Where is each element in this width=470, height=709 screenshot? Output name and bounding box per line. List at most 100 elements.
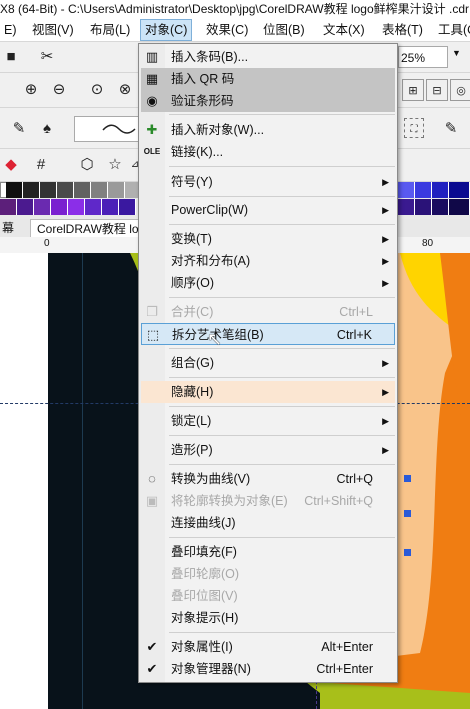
swatch[interactable] xyxy=(415,199,432,215)
zoom-in-icon[interactable]: ⊕ xyxy=(20,79,42,101)
menu-separator xyxy=(169,632,395,633)
menu-item-object-properties[interactable]: ✔ 对象属性(I) Alt+Enter xyxy=(141,636,395,658)
swatch[interactable] xyxy=(432,182,449,198)
swatch[interactable] xyxy=(415,182,432,198)
swatch[interactable] xyxy=(40,182,57,198)
menu-item-lock[interactable]: 锁定(L) ▶ xyxy=(141,410,395,432)
selection-handle[interactable] xyxy=(404,475,411,482)
swatch[interactable] xyxy=(74,182,91,198)
menu-item-shaping[interactable]: 造形(P) ▶ xyxy=(141,439,395,461)
menu-separator xyxy=(169,297,395,298)
ole-icon: OLE xyxy=(143,147,161,156)
swatch[interactable] xyxy=(68,199,85,215)
submenu-arrow-icon: ▶ xyxy=(382,234,389,244)
swatch[interactable] xyxy=(57,182,74,198)
menu-item-symbol[interactable]: 符号(Y) ▶ xyxy=(141,171,395,193)
swatch[interactable] xyxy=(432,199,449,215)
swatch[interactable] xyxy=(108,182,125,198)
tab-welcome[interactable]: 幕 xyxy=(2,219,14,237)
verify-barcode-icon: ◉ xyxy=(146,93,158,108)
align-icon[interactable]: ⊟ xyxy=(426,79,448,101)
stroke-preset-box[interactable] xyxy=(74,116,140,142)
tab-document[interactable]: CorelDRAW教程 log xyxy=(30,219,153,238)
checkmark-icon: ✔ xyxy=(146,661,158,676)
menu-item-combine[interactable]: ❐ 合并(C) Ctrl+L xyxy=(141,301,395,323)
swatch[interactable] xyxy=(449,182,470,198)
submenu-arrow-icon: ▶ xyxy=(382,416,389,426)
zoom-selected-icon[interactable]: ⊙ xyxy=(86,79,108,101)
star-icon[interactable]: ☆ xyxy=(104,154,126,176)
zoom-dropdown-arrow-icon[interactable]: ▼ xyxy=(452,48,461,58)
menu-text[interactable]: 文本(X) xyxy=(319,19,369,41)
menu-item-overprint-outline[interactable]: 叠印轮廓(O) xyxy=(141,563,395,585)
convert-curves-icon: ◌ xyxy=(148,471,156,486)
zoom-out-icon[interactable]: ⊖ xyxy=(48,79,70,101)
swatch[interactable] xyxy=(449,199,470,215)
fill-pen-icon[interactable]: ♠ xyxy=(36,118,58,140)
qr-code-icon: ▦ xyxy=(145,71,159,86)
menu-layout[interactable]: 布局(L) xyxy=(86,19,134,41)
menu-separator xyxy=(169,348,395,349)
menu-item-verify-barcode[interactable]: ◉ 验证条形码 xyxy=(141,90,395,112)
menu-item-overprint-fill[interactable]: 叠印填充(F) xyxy=(141,541,395,563)
zoom-level-input[interactable]: 25% xyxy=(398,46,448,68)
swatch[interactable] xyxy=(23,182,40,198)
menu-item-insert-barcode[interactable]: ▥ 插入条码(B)... xyxy=(141,46,395,68)
menu-edit[interactable]: E) xyxy=(0,19,21,41)
menu-bar: E) 视图(V) 布局(L) 对象(C) 效果(C) 位图(B) 文本(X) 表… xyxy=(0,19,470,42)
ruler-mark-0: 0 xyxy=(44,238,50,249)
swatch[interactable] xyxy=(51,199,68,215)
pen-icon[interactable]: ✎ xyxy=(8,118,30,140)
menu-item-overprint-bitmap[interactable]: 叠印位图(V) xyxy=(141,585,395,607)
grid-icon[interactable]: # xyxy=(30,154,52,176)
menu-view[interactable]: 视图(V) xyxy=(28,19,78,41)
swatch[interactable] xyxy=(34,199,51,215)
swatch[interactable] xyxy=(119,199,136,215)
menu-item-insert-object[interactable]: ✚ 插入新对象(W)... xyxy=(141,119,395,141)
menu-item-align-distribute[interactable]: 对齐和分布(A) ▶ xyxy=(141,250,395,272)
menu-separator xyxy=(169,377,395,378)
swatch[interactable] xyxy=(6,182,23,198)
menu-bitmaps[interactable]: 位图(B) xyxy=(259,19,309,41)
menu-item-break-apart[interactable]: ⬚ 拆分艺术笔组(B) Ctrl+K xyxy=(141,323,395,345)
menu-tools[interactable]: 工具(O xyxy=(434,19,470,41)
menu-item-insert-qr[interactable]: ▦ 插入 QR 码 xyxy=(141,68,395,90)
menu-object[interactable]: 对象(C) xyxy=(140,19,193,41)
menu-table[interactable]: 表格(T) xyxy=(378,19,427,41)
swatch[interactable] xyxy=(85,199,102,215)
fill-bucket-icon[interactable]: ◆ xyxy=(0,154,22,176)
menu-item-group[interactable]: 组合(G) ▶ xyxy=(141,352,395,374)
menu-item-order[interactable]: 顺序(O) ▶ xyxy=(141,272,395,294)
swatch[interactable] xyxy=(17,199,34,215)
save-icon[interactable]: ■ xyxy=(0,46,22,68)
target-icon[interactable]: ◎ xyxy=(450,79,470,101)
selection-handle[interactable] xyxy=(404,549,411,556)
menu-item-join-curves[interactable]: 连接曲线(J) xyxy=(141,512,395,534)
menu-item-object-hints[interactable]: 对象提示(H) xyxy=(141,607,395,629)
break-apart-icon: ⬚ xyxy=(146,327,160,342)
menu-item-object-manager[interactable]: ✔ 对象管理器(N) Ctrl+Enter xyxy=(141,658,395,680)
menu-item-links[interactable]: OLE 链接(K)... xyxy=(141,141,395,163)
menu-item-convert-to-curves[interactable]: ◌ 转换为曲线(V) Ctrl+Q xyxy=(141,468,395,490)
swatch[interactable] xyxy=(0,199,17,215)
snap-icon[interactable]: ⊞ xyxy=(402,79,424,101)
menu-effects[interactable]: 效果(C) xyxy=(202,19,252,41)
menu-separator xyxy=(169,114,395,115)
menu-separator xyxy=(169,196,395,197)
menu-item-outline-to-object[interactable]: ▣ 将轮廓转换为对象(E) Ctrl+Shift+Q xyxy=(141,490,395,512)
swatch[interactable] xyxy=(102,199,119,215)
submenu-arrow-icon: ▶ xyxy=(382,445,389,455)
submenu-arrow-icon: ▶ xyxy=(382,278,389,288)
swatch[interactable] xyxy=(91,182,108,198)
zoom-page-icon[interactable]: ⊗ xyxy=(114,79,136,101)
paint-icon[interactable]: ✎ xyxy=(440,118,462,140)
swatch[interactable] xyxy=(398,182,415,198)
swatch[interactable] xyxy=(398,199,415,215)
menu-item-hide[interactable]: 隐藏(H) ▶ xyxy=(141,381,395,403)
menu-item-transform[interactable]: 变换(T) ▶ xyxy=(141,228,395,250)
menu-item-powerclip[interactable]: PowerClip(W) ▶ xyxy=(141,199,395,221)
polygon-icon[interactable]: ⬡ xyxy=(76,154,98,176)
selection-handle[interactable] xyxy=(404,510,411,517)
selection-icon[interactable]: ⛶ xyxy=(404,118,424,138)
cut-icon[interactable]: ✂ xyxy=(36,46,58,68)
